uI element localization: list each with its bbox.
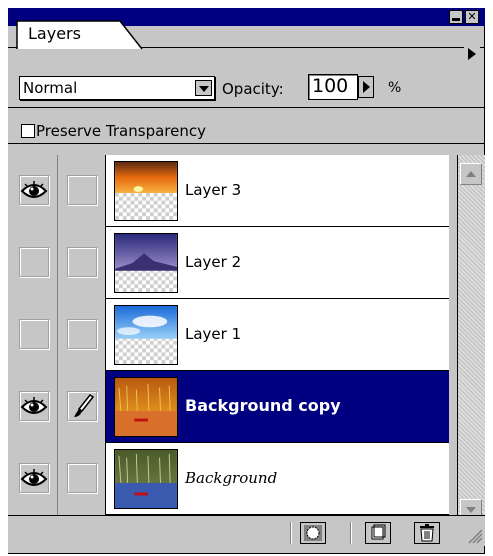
visibility-cell[interactable] (8, 227, 58, 299)
layer-thumbnail (114, 377, 178, 437)
link-cell[interactable] (58, 227, 106, 299)
link-box (67, 463, 97, 493)
visibility-cell[interactable] (8, 371, 58, 443)
layer-name[interactable]: Layer 1 (185, 325, 241, 343)
paintbrush-icon (74, 393, 95, 417)
blend-mode-value: Normal (23, 79, 78, 97)
link-box (67, 247, 97, 277)
eye-icon (20, 397, 48, 414)
visibility-cell[interactable] (8, 443, 58, 515)
trash-icon (420, 524, 434, 542)
visibility-box (19, 319, 49, 349)
tab-label: Layers (28, 24, 81, 43)
tab-layers[interactable]: Layers (16, 20, 144, 50)
link-box (67, 175, 97, 205)
divider (290, 522, 292, 544)
layer-row[interactable]: Background (8, 443, 449, 515)
layer-thumbnail (114, 305, 178, 365)
link-cell[interactable] (58, 155, 106, 227)
eye-icon (20, 181, 48, 198)
eye-icon (20, 469, 48, 486)
new-layer-icon (371, 524, 386, 540)
layer-row[interactable]: Layer 1 (8, 299, 449, 371)
new-layer-button[interactable] (365, 522, 391, 544)
layer-thumbnail (114, 449, 178, 509)
layer-name[interactable]: Background (185, 469, 277, 487)
quick-mask-icon (304, 525, 322, 541)
opacity-slider-arrow-icon[interactable] (358, 76, 374, 98)
layer-name[interactable]: Layer 3 (185, 181, 241, 199)
opacity-unit: % (388, 80, 402, 96)
palette-bottom-bar (8, 515, 485, 546)
layers-scrollbar[interactable] (457, 155, 485, 521)
layer-row[interactable]: Layer 2 (8, 227, 449, 299)
visibility-cell[interactable] (8, 155, 58, 227)
scroll-up-icon[interactable] (460, 163, 482, 185)
resize-grip-icon[interactable] (465, 526, 483, 544)
link-cell[interactable] (58, 371, 106, 443)
opacity-input[interactable]: 100 (308, 74, 358, 100)
preserve-transparency-checkbox[interactable] (21, 124, 35, 138)
opacity-label: Opacity: (222, 80, 284, 98)
delete-layer-button[interactable] (414, 522, 440, 544)
link-cell[interactable] (58, 443, 106, 515)
layer-mask-button[interactable] (300, 522, 326, 544)
layer-thumbnail (114, 233, 178, 293)
layer-row-selected[interactable]: Background copy (8, 371, 449, 443)
link-box (67, 319, 97, 349)
link-cell[interactable] (58, 299, 106, 371)
visibility-box (19, 247, 49, 277)
divider (350, 522, 352, 544)
layer-name[interactable]: Background copy (185, 396, 341, 415)
visibility-cell[interactable] (8, 299, 58, 371)
layer-name[interactable]: Layer 2 (185, 253, 241, 271)
blend-mode-select[interactable]: Normal (19, 76, 215, 100)
layer-thumbnail (114, 161, 178, 221)
dropdown-arrow-icon[interactable] (195, 80, 212, 96)
layer-row[interactable]: Layer 3 (8, 155, 449, 227)
preserve-transparency-label: Preserve Transparency (36, 122, 206, 140)
